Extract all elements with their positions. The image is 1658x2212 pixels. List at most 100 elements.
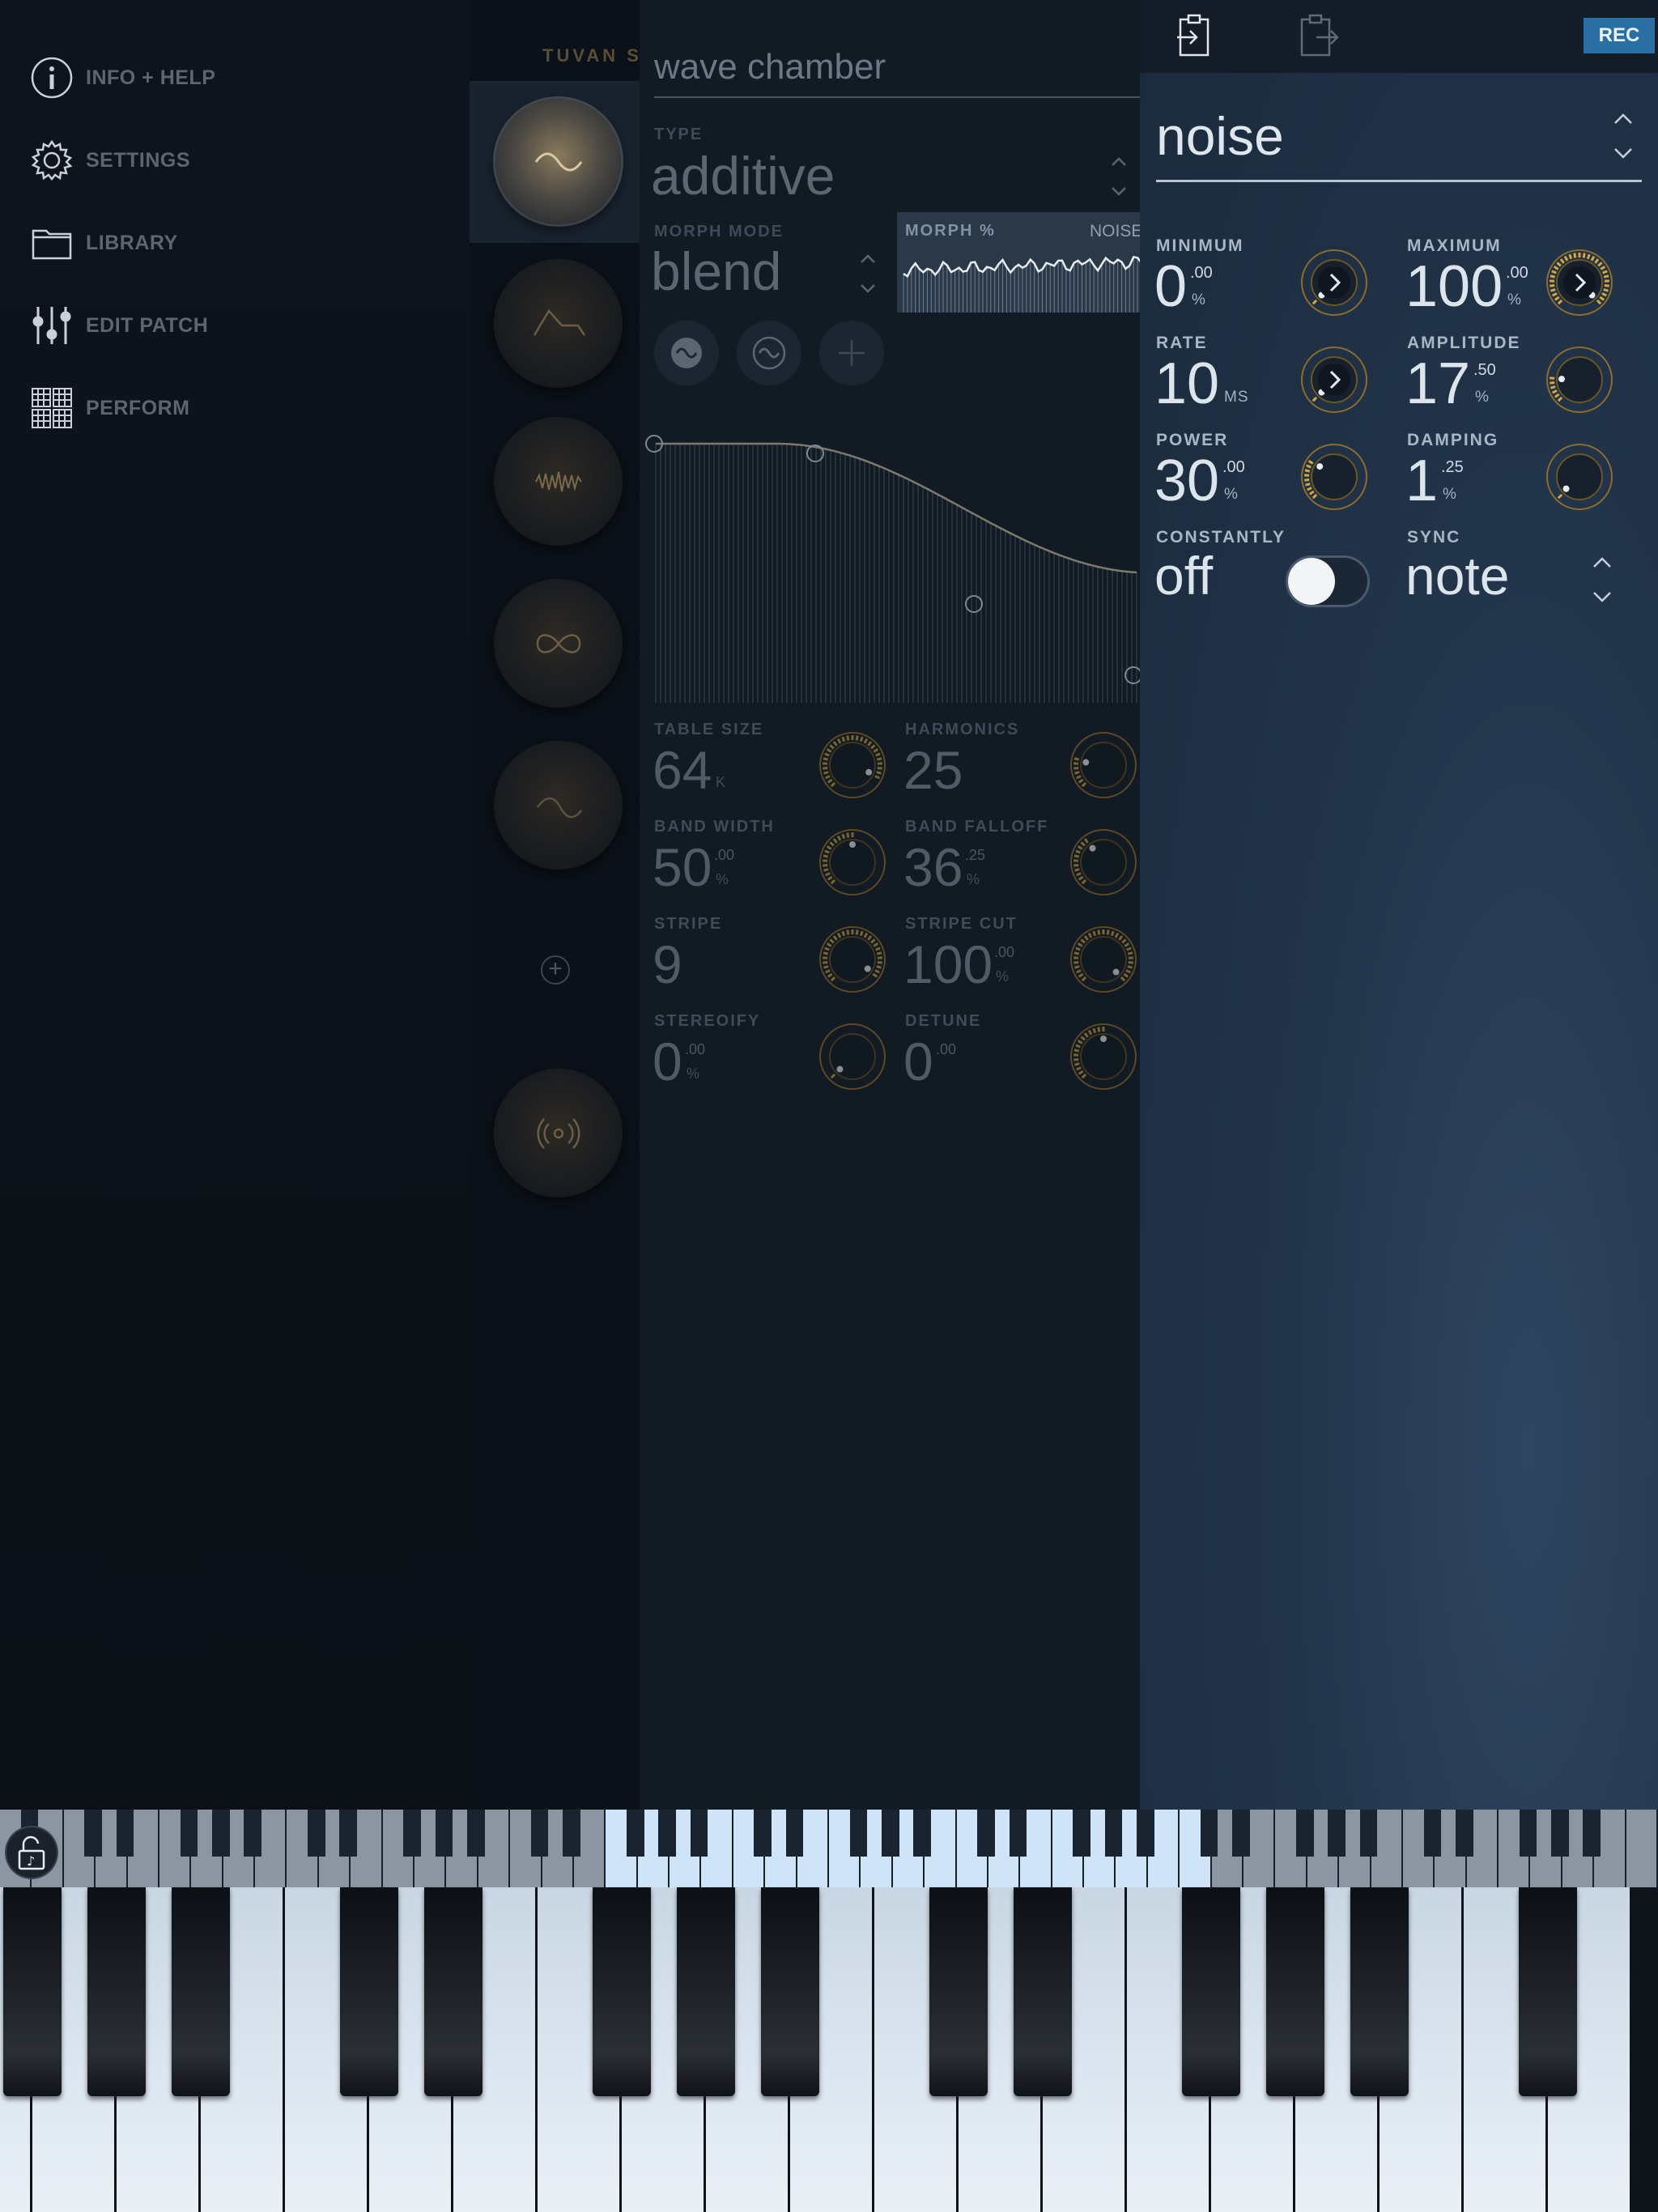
nav-library[interactable]: LIBRARY [29, 219, 369, 267]
stripe-cut-unit: % [996, 968, 1010, 985]
mini-black-key [1455, 1810, 1473, 1857]
mini-black-key [466, 1810, 485, 1857]
patch-slot-5[interactable] [470, 725, 640, 887]
band-width-knob[interactable] [816, 826, 889, 899]
black-key[interactable] [1266, 1887, 1324, 2096]
power-unit: % [1224, 486, 1239, 503]
detune-value: 0 [903, 1032, 933, 1091]
constantly-toggle[interactable] [1286, 555, 1370, 607]
wave-slot-2-button[interactable] [737, 321, 801, 385]
black-key[interactable] [1350, 1887, 1409, 2096]
harmonics-graph[interactable] [640, 428, 1140, 703]
band-falloff-knob[interactable] [1067, 826, 1140, 899]
maximum-label: MAXIMUM [1407, 236, 1502, 255]
svg-text:♪: ♪ [27, 1853, 35, 1869]
modulator-stepper-icon[interactable] [1611, 110, 1635, 162]
stripe-cut-label: STRIPE CUT [905, 915, 1018, 933]
patch-title: TUVAN S [542, 45, 642, 66]
band-width-label: BAND WIDTH [654, 818, 775, 836]
band-falloff-label: BAND FALLOFF [905, 818, 1049, 836]
minimum-knob[interactable] [1298, 246, 1371, 319]
maximum-unit: % [1507, 291, 1522, 308]
detune-knob[interactable] [1067, 1020, 1140, 1093]
stripe-value: 9 [653, 934, 682, 994]
patch-slot-output[interactable] [470, 1053, 640, 1214]
speaker-icon [495, 1070, 621, 1196]
type-stepper-icon[interactable] [1109, 154, 1129, 199]
morph-mode-label: MORPH MODE [654, 223, 784, 240]
keyboard-lock-button[interactable]: ♪ [6, 1827, 57, 1878]
power-value: 30 [1154, 449, 1220, 513]
paste-icon[interactable] [1175, 13, 1213, 58]
mini-black-key [1551, 1810, 1569, 1857]
black-key[interactable] [172, 1887, 230, 2096]
black-key[interactable] [1182, 1887, 1240, 2096]
wave-slot-1-button[interactable] [654, 321, 719, 385]
stereoify-decimal: .00 [685, 1041, 706, 1057]
nav-info-help[interactable]: INFO + HELP [29, 53, 369, 102]
black-key[interactable] [593, 1887, 651, 2096]
morph-mode-value[interactable]: blend [651, 245, 782, 298]
mini-black-key [1295, 1810, 1314, 1857]
sync-stepper-icon[interactable] [1590, 554, 1614, 606]
stripe-label: STRIPE [654, 915, 723, 933]
mini-black-key [1519, 1810, 1537, 1857]
mini-black-key [754, 1810, 772, 1857]
stripe-cut-knob[interactable] [1067, 923, 1140, 996]
nav-perform[interactable]: PERFORM [29, 384, 369, 432]
keyboard-range-strip[interactable] [0, 1810, 1658, 1887]
minimum-decimal: .00 [1190, 264, 1213, 282]
add-wave-button[interactable] [819, 321, 884, 385]
toggle-thumb [1288, 558, 1335, 605]
detune-label: DETUNE [905, 1012, 982, 1030]
black-key[interactable] [87, 1887, 146, 2096]
piano-keyboard[interactable] [0, 1887, 1658, 2212]
table-size-knob[interactable] [816, 729, 889, 802]
mini-black-key [563, 1810, 580, 1857]
type-value[interactable]: additive [651, 149, 835, 202]
amplitude-decimal: .50 [1473, 361, 1496, 379]
copy-out-icon[interactable] [1299, 13, 1341, 58]
sine-wave-icon [495, 99, 621, 224]
black-key[interactable] [1519, 1887, 1577, 2096]
black-key[interactable] [340, 1887, 398, 2096]
harmonics-knob[interactable] [1067, 729, 1140, 802]
morph-mode-stepper-icon[interactable] [858, 251, 878, 296]
add-slot-button[interactable]: + [541, 955, 570, 985]
black-key[interactable] [761, 1887, 819, 2096]
maximum-knob[interactable] [1543, 246, 1616, 319]
mini-black-key [211, 1810, 230, 1857]
stereoify-unit: % [687, 1066, 700, 1082]
power-knob[interactable] [1298, 440, 1371, 513]
black-key[interactable] [424, 1887, 483, 2096]
mini-black-key [977, 1810, 995, 1857]
amplitude-knob[interactable] [1543, 343, 1616, 416]
maximum-decimal: .00 [1506, 264, 1528, 282]
black-key[interactable] [929, 1887, 988, 2096]
rate-knob[interactable] [1298, 343, 1371, 416]
morph-percent-display[interactable]: MORPH % NOISE [897, 212, 1140, 313]
black-key[interactable] [1014, 1887, 1072, 2096]
black-key[interactable] [677, 1887, 735, 2096]
rec-button[interactable]: REC [1584, 18, 1655, 53]
black-key[interactable] [3, 1887, 62, 2096]
mini-black-key [626, 1810, 644, 1857]
folder-icon [29, 220, 74, 266]
patch-slot-2[interactable] [470, 243, 640, 405]
nav-info-label: INFO + HELP [86, 66, 216, 89]
stereoify-knob[interactable] [816, 1020, 889, 1093]
mini-black-key [1137, 1810, 1154, 1857]
mini-black-key [339, 1810, 358, 1857]
damping-knob[interactable] [1543, 440, 1616, 513]
rate-label: RATE [1156, 334, 1208, 352]
nav-edit-patch[interactable]: EDIT PATCH [29, 301, 369, 350]
patch-slot-1[interactable] [470, 81, 640, 243]
sine-outline-icon [752, 336, 786, 370]
patch-slot-4[interactable] [470, 563, 640, 725]
patch-slot-3[interactable] [470, 401, 640, 563]
nav-settings[interactable]: SETTINGS [29, 136, 369, 185]
sync-value[interactable]: note [1405, 549, 1509, 602]
stripe-knob[interactable] [816, 923, 889, 996]
lock-icon: ♪ [18, 1836, 45, 1870]
rate-value: 10 [1154, 351, 1220, 416]
